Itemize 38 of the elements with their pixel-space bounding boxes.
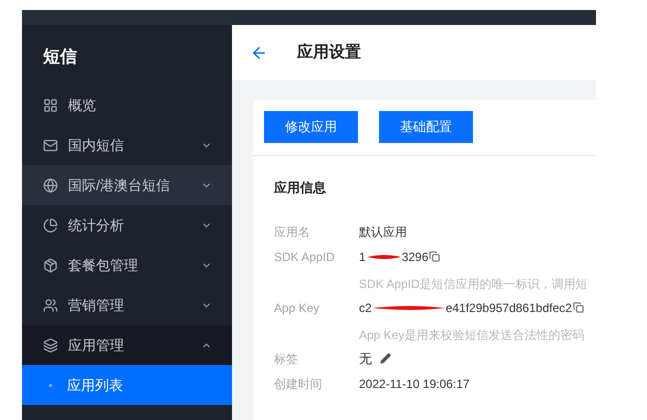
- sidebar-item[interactable]: 统计分析: [22, 205, 232, 245]
- edit-icon[interactable]: [380, 353, 391, 364]
- field-label: SDK AppID: [274, 248, 336, 266]
- package-icon: [43, 258, 58, 272]
- page-title: 应用设置: [297, 42, 361, 62]
- field-label: 创建时间: [274, 376, 323, 392]
- layers-icon: [43, 338, 58, 352]
- action-button[interactable]: 修改应用: [264, 111, 358, 143]
- field-label: App Key: [274, 300, 320, 316]
- copy-icon[interactable]: [572, 302, 584, 313]
- globe-icon: [43, 178, 58, 192]
- field-hint: App Key是用来校验短信发送合法性的密码: [359, 326, 586, 344]
- field-label: 应用名: [274, 224, 311, 240]
- sidebar-item[interactable]: 国内短信: [22, 125, 232, 165]
- action-button[interactable]: 基础配置: [379, 111, 473, 143]
- users-icon: [43, 298, 58, 312]
- grid-icon: [43, 98, 58, 112]
- sidebar-title: 短信: [42, 46, 78, 68]
- mail-icon: [43, 138, 58, 152]
- field-label: 标签: [274, 350, 299, 368]
- field-value: 2022-11-10 19:06:17: [359, 376, 470, 392]
- field-value: 无: [359, 350, 372, 368]
- field-hint: SDK AppID是短信应用的唯一标识，调用短: [359, 276, 589, 292]
- value-start: c2: [359, 300, 372, 316]
- copy-icon[interactable]: [429, 251, 440, 262]
- value-end: 3296: [402, 248, 428, 266]
- value-start: 1: [359, 248, 366, 266]
- sidebar-item[interactable]: 国际/港澳台短信: [22, 165, 232, 205]
- section-title: 应用信息: [272, 179, 327, 197]
- sidebar-item[interactable]: 应用管理: [22, 325, 232, 365]
- sidebar-subitem[interactable]: 应用列表: [22, 365, 232, 405]
- redaction-mark: [366, 252, 402, 260]
- sidebar-item[interactable]: 套餐包管理: [22, 245, 232, 285]
- sidebar-item[interactable]: 概览: [22, 85, 232, 125]
- field-value: 默认应用: [359, 224, 407, 240]
- pie-chart-icon: [43, 218, 58, 232]
- sidebar-item[interactable]: 营销管理: [22, 285, 232, 325]
- value-end: e41f29b957d861bdfec2: [446, 300, 572, 316]
